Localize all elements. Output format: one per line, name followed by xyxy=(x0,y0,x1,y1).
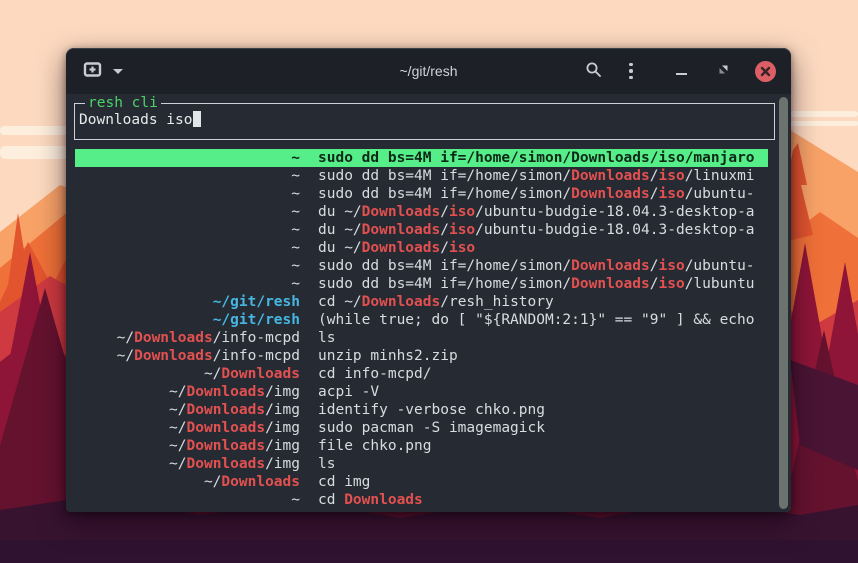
row-location: ~ xyxy=(75,257,300,275)
history-row[interactable]: ~ du ~/Downloads/iso xyxy=(75,239,768,257)
new-tab-icon xyxy=(83,61,102,81)
history-row[interactable]: ~/Downloads cd info-mcpd/ xyxy=(75,365,768,383)
history-row[interactable]: ~/Downloads/img sudo pacman -S imagemagic… xyxy=(75,419,768,437)
history-row[interactable]: ~/Downloads/info-mcpd unzip minhs2.zip xyxy=(75,347,768,365)
row-command: sudo pacman -S imagemagick xyxy=(318,419,768,437)
history-row[interactable]: ~/Downloads cd img xyxy=(75,473,768,491)
results-list: ~ sudo dd bs=4M if=/home/simon/Downloads/… xyxy=(75,149,768,509)
row-location: ~/Downloads/img xyxy=(75,419,300,437)
row-command: sudo dd bs=4M if=/home/simon/Downloads/i… xyxy=(318,257,768,275)
row-command: ls xyxy=(318,329,768,347)
menu-button[interactable] xyxy=(621,56,641,86)
search-query-text: Downloads iso xyxy=(79,112,193,128)
row-location: ~/git/resh xyxy=(75,293,300,311)
row-command: sudo dd bs=4M if=/home/simon/Downloads/i… xyxy=(318,275,768,293)
row-command: sudo dd bs=4M if=/home/simon/Downloads/i… xyxy=(318,185,768,203)
row-command: cd info-mcpd/ xyxy=(318,365,768,383)
row-location: ~ xyxy=(75,167,300,185)
titlebar[interactable]: ~/git/resh xyxy=(66,48,791,94)
row-location: ~ xyxy=(75,149,300,167)
row-command: unzip minhs2.zip xyxy=(318,347,768,365)
history-row[interactable]: ~ du ~/Downloads/iso/ubuntu-budgie-18.04.… xyxy=(75,221,768,239)
row-location: ~ xyxy=(75,275,300,293)
history-row[interactable]: ~/Downloads/img ls xyxy=(75,455,768,473)
history-row[interactable]: ~/Downloads/img file chko.png xyxy=(75,437,768,455)
row-command: file chko.png xyxy=(318,437,768,455)
search-icon xyxy=(585,61,602,81)
row-location: ~ xyxy=(75,239,300,257)
close-icon xyxy=(755,61,776,82)
row-location: ~/Downloads/img xyxy=(75,383,300,401)
row-command: ls xyxy=(318,455,768,473)
history-row[interactable]: ~/Downloads/img identify -verbose chko.pn… xyxy=(75,401,768,419)
minimize-icon xyxy=(676,73,687,75)
row-command: sudo dd bs=4M if=/home/simon/Downloads/i… xyxy=(318,149,768,167)
row-location: ~/Downloads xyxy=(75,473,300,491)
row-command: sudo dd bs=4M if=/home/simon/Downloads/i… xyxy=(318,167,768,185)
history-row-selected[interactable]: ~ sudo dd bs=4M if=/home/simon/Downloads/… xyxy=(75,149,768,167)
restore-icon xyxy=(717,63,730,79)
row-command: cd img xyxy=(318,473,768,491)
history-row[interactable]: ~/git/resh cd ~/Downloads/resh_history xyxy=(75,293,768,311)
search-button[interactable] xyxy=(579,56,607,86)
history-row[interactable]: ~ sudo dd bs=4M if=/home/simon/Downloads/… xyxy=(75,257,768,275)
row-location: ~ xyxy=(75,221,300,239)
history-row[interactable]: ~/Downloads/info-mcpd ls xyxy=(75,329,768,347)
history-row[interactable]: ~ du ~/Downloads/iso/ubuntu-budgie-18.04.… xyxy=(75,203,768,221)
minimize-button[interactable] xyxy=(667,56,695,86)
history-row[interactable]: ~ cd Downloads xyxy=(75,491,768,509)
row-location: ~ xyxy=(75,203,300,221)
row-command: acpi -V xyxy=(318,383,768,401)
search-frame: resh cli Downloads iso xyxy=(74,103,775,140)
terminal-window: ~/git/resh xyxy=(66,48,791,512)
history-row[interactable]: ~/Downloads/img acpi -V xyxy=(75,383,768,401)
row-command: du ~/Downloads/iso/ubuntu-budgie-18.04.3… xyxy=(318,221,768,239)
kebab-menu-icon xyxy=(629,63,633,80)
row-location: ~/git/resh xyxy=(75,311,300,329)
frame-title: resh cli xyxy=(85,94,161,113)
tab-dropdown-button[interactable] xyxy=(108,56,128,86)
row-command: cd Downloads xyxy=(318,491,768,509)
history-row[interactable]: ~ sudo dd bs=4M if=/home/simon/Downloads/… xyxy=(75,275,768,293)
row-command: identify -verbose chko.png xyxy=(318,401,768,419)
history-row[interactable]: ~ sudo dd bs=4M if=/home/simon/Downloads/… xyxy=(75,167,768,185)
row-location: ~/Downloads/info-mcpd xyxy=(75,347,300,365)
close-button[interactable] xyxy=(751,56,779,86)
desktop: ~/git/resh xyxy=(0,0,858,563)
history-row[interactable]: ~/git/resh (while true; do [ "${RANDOM:2:… xyxy=(75,311,768,329)
row-command: du ~/Downloads/iso xyxy=(318,239,768,257)
chevron-down-icon xyxy=(113,69,123,74)
scrollbar[interactable] xyxy=(779,97,788,509)
row-location: ~/Downloads/img xyxy=(75,437,300,455)
history-row[interactable]: ~ sudo dd bs=4M if=/home/simon/Downloads/… xyxy=(75,185,768,203)
row-location: ~ xyxy=(75,185,300,203)
new-tab-button[interactable] xyxy=(78,56,106,86)
row-command: du ~/Downloads/iso/ubuntu-budgie-18.04.3… xyxy=(318,203,768,221)
search-input[interactable]: Downloads iso xyxy=(79,111,774,128)
row-location: ~/Downloads/info-mcpd xyxy=(75,329,300,347)
restore-button[interactable] xyxy=(709,56,737,86)
terminal-content: resh cli Downloads iso ~ sudo dd bs=4M if… xyxy=(66,103,791,521)
row-command: cd ~/Downloads/resh_history xyxy=(318,293,768,311)
row-command: (while true; do [ "${RANDOM:2:1}" == "9"… xyxy=(318,311,768,329)
text-cursor xyxy=(193,111,201,127)
row-location: ~/Downloads/img xyxy=(75,401,300,419)
row-location: ~ xyxy=(75,491,300,509)
row-location: ~/Downloads/img xyxy=(75,455,300,473)
row-location: ~/Downloads xyxy=(75,365,300,383)
